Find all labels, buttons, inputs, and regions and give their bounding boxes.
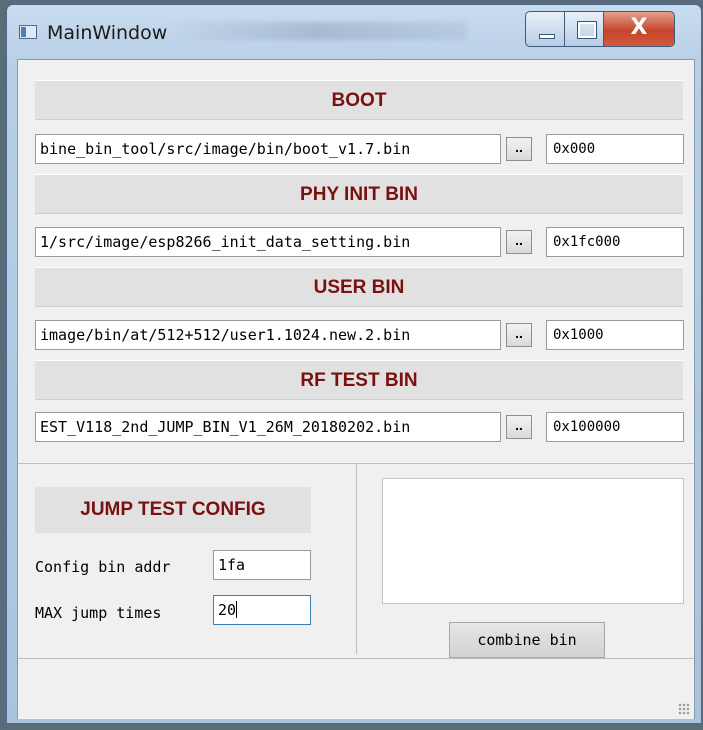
output-log-area[interactable] xyxy=(382,478,684,604)
rf-test-browse-button[interactable]: .. xyxy=(506,415,532,439)
title-bar-blur xyxy=(167,22,467,40)
window-title: MainWindow xyxy=(47,22,168,44)
main-window: MainWindow X BOOT bine_bin_tool/src/imag… xyxy=(6,4,702,724)
maximize-button[interactable] xyxy=(564,11,604,47)
rf-test-path-field[interactable]: EST_V118_2nd_JUMP_BIN_V1_26M_20180202.bi… xyxy=(35,412,501,442)
max-jump-times-field[interactable]: 20 xyxy=(213,595,311,625)
config-bin-addr-field[interactable]: 1fa xyxy=(213,550,311,580)
rf-test-address-field[interactable]: 0x100000 xyxy=(546,412,684,442)
section-header-user-bin: USER BIN xyxy=(35,267,683,307)
text-caret xyxy=(236,601,238,618)
config-bin-addr-label: Config bin addr xyxy=(35,558,171,576)
max-jump-times-value: 20 xyxy=(218,601,237,619)
close-button[interactable]: X xyxy=(603,11,675,47)
user-bin-path-field[interactable]: image/bin/at/512+512/user1.1024.new.2.bi… xyxy=(35,320,501,350)
minimize-button[interactable] xyxy=(525,11,565,47)
user-bin-browse-button[interactable]: .. xyxy=(506,323,532,347)
jump-test-config-title: JUMP TEST CONFIG xyxy=(35,487,311,533)
phy-init-path-field[interactable]: 1/src/image/esp8266_init_data_setting.bi… xyxy=(35,227,501,257)
phy-init-browse-button[interactable]: .. xyxy=(506,230,532,254)
combine-bin-button[interactable]: combine bin xyxy=(449,622,605,658)
max-jump-times-label: MAX jump times xyxy=(35,604,162,622)
section-header-phy-init-bin: PHY INIT BIN xyxy=(35,174,683,214)
window-app-icon[interactable] xyxy=(19,25,37,39)
section-header-boot: BOOT xyxy=(35,80,683,120)
boot-browse-button[interactable]: .. xyxy=(506,137,532,161)
status-bar xyxy=(18,658,694,719)
boot-path-field[interactable]: bine_bin_tool/src/image/bin/boot_v1.7.bi… xyxy=(35,134,501,164)
title-bar[interactable]: MainWindow X xyxy=(7,5,701,55)
section-header-rf-test-bin: RF TEST BIN xyxy=(35,360,683,400)
boot-address-field[interactable]: 0x000 xyxy=(546,134,684,164)
divider xyxy=(356,464,357,654)
client-area: BOOT bine_bin_tool/src/image/bin/boot_v1… xyxy=(17,59,695,719)
user-bin-address-field[interactable]: 0x1000 xyxy=(546,320,684,350)
phy-init-address-field[interactable]: 0x1fc000 xyxy=(546,227,684,257)
resize-grip-icon[interactable] xyxy=(678,703,690,715)
close-icon: X xyxy=(630,15,648,40)
